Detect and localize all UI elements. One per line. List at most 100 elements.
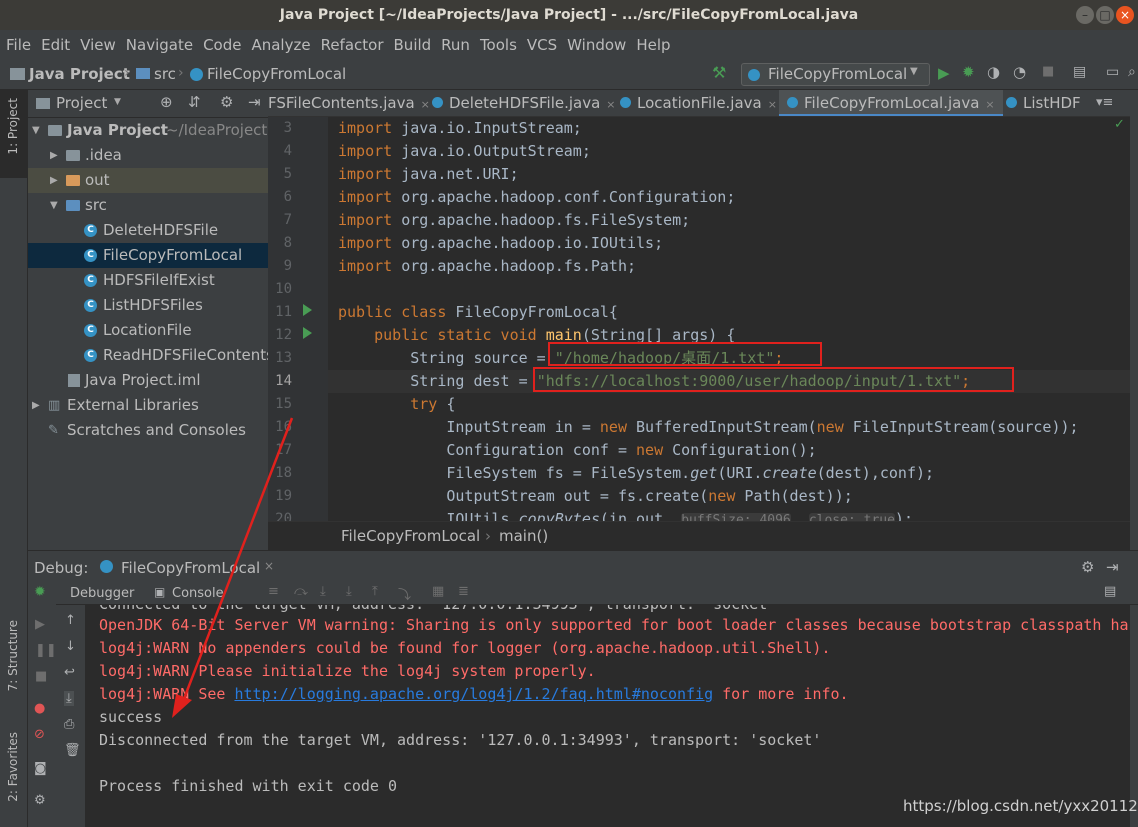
close-icon[interactable]: × — [985, 98, 994, 111]
search-everywhere-icon[interactable]: ⌕ — [1128, 64, 1136, 80]
tab-console[interactable]: Console — [172, 586, 224, 601]
close-icon[interactable]: × — [606, 98, 615, 111]
hide-panel-icon[interactable]: ⇥ — [1106, 558, 1119, 576]
menu-tools[interactable]: Tools — [480, 36, 517, 54]
tab-readhdfs[interactable]: FSFileContents.java × — [268, 90, 430, 116]
arrow-down-icon[interactable]: ↓ — [65, 639, 76, 654]
menu-help[interactable]: Help — [636, 36, 670, 54]
pause-icon[interactable]: ❚❚ — [35, 643, 57, 658]
chevron-down-icon[interactable]: ▼ — [114, 97, 121, 107]
tree-file[interactable]: C LocationFile — [28, 318, 268, 343]
tree-item-src[interactable]: ▼ src — [28, 193, 268, 218]
profile-icon[interactable]: ◔ — [1013, 63, 1026, 81]
project-view-select[interactable]: Project — [56, 94, 107, 112]
breadcrumb-method[interactable]: main() — [499, 527, 548, 545]
code-text: org.apache.hadoop.conf.Configuration; — [401, 188, 736, 206]
project-tool-tab[interactable]: 1: Project — [0, 90, 28, 178]
debug-config-tab[interactable]: FileCopyFromLocal — [121, 559, 260, 577]
resume-icon[interactable]: ▶ — [35, 617, 45, 632]
tree-file[interactable]: C HDFSFileIfExist — [28, 268, 268, 293]
tab-deletehdfs[interactable]: DeleteHDFSFile.java × — [432, 90, 616, 116]
tab-debugger[interactable]: Debugger — [70, 586, 134, 601]
menu-refactor[interactable]: Refactor — [321, 36, 384, 54]
step-out-icon[interactable]: ⤒ — [372, 584, 378, 599]
tab-filecopyfromlocal[interactable]: FileCopyFromLocal.java × — [779, 90, 1003, 116]
gear-icon[interactable]: ⚙ — [34, 793, 46, 808]
locate-icon[interactable]: ⊕ — [160, 93, 173, 111]
tree-file[interactable]: C ReadHDFSFileContents — [28, 343, 268, 368]
tab-locationfile[interactable]: LocationFile.java × — [620, 90, 777, 116]
breadcrumb-class[interactable]: FileCopyFromLocal — [341, 527, 480, 545]
menu-run[interactable]: Run — [441, 36, 470, 54]
menu-analyze[interactable]: Analyze — [251, 36, 310, 54]
gear-icon[interactable]: ⚙ — [220, 93, 233, 111]
tab-listhdfs[interactable]: ListHDF — [1006, 90, 1081, 116]
tree-root[interactable]: ▼ Java Project ~/IdeaProjects — [28, 118, 268, 143]
gear-icon[interactable]: ⚙ — [1081, 558, 1094, 576]
print-icon[interactable]: ⎙ — [64, 717, 74, 732]
show-execution-point-icon[interactable]: ≡ — [268, 584, 279, 599]
debug-bug-icon[interactable]: ✹ — [962, 63, 975, 81]
project-structure-icon[interactable]: ▤ — [1073, 64, 1086, 80]
close-icon[interactable]: × — [264, 559, 274, 573]
build-hammer-icon[interactable]: ⚒ — [712, 63, 726, 82]
coverage-icon[interactable]: ◑ — [987, 63, 1000, 81]
hide-icon[interactable]: ⇥ — [248, 93, 261, 111]
camera-icon[interactable]: ◙ — [34, 761, 47, 776]
console-scrollbar[interactable] — [1130, 605, 1138, 827]
menu-code[interactable]: Code — [203, 36, 241, 54]
tree-item-idea[interactable]: ▶ .idea — [28, 143, 268, 168]
structure-tool-tab[interactable]: 7: Structure — [0, 610, 28, 710]
menu-edit[interactable]: Edit — [41, 36, 70, 54]
stop-icon[interactable]: ■ — [35, 669, 47, 684]
nav-project[interactable]: Java Project — [29, 65, 130, 83]
nav-src[interactable]: src — [154, 65, 176, 83]
terminal-icon[interactable]: ▭ — [1106, 64, 1119, 80]
breadcrumb: FileCopyFromLocal › main() — [268, 521, 1130, 550]
force-step-into-icon[interactable]: ⤓ — [346, 584, 352, 599]
stop-icon[interactable]: ■ — [1042, 64, 1054, 79]
tree-scratches[interactable]: ✎ Scratches and Consoles — [28, 418, 268, 443]
run-config-select[interactable]: FileCopyFromLocal ▼ — [741, 63, 930, 86]
menu-view[interactable]: View — [80, 36, 116, 54]
close-icon[interactable]: × — [768, 98, 777, 111]
close-icon[interactable]: × — [1116, 6, 1134, 24]
run-to-cursor-icon[interactable]: ⤵ — [398, 584, 411, 603]
soft-wrap-icon[interactable]: ↩ — [64, 665, 75, 680]
minimize-icon[interactable]: – — [1076, 6, 1094, 24]
nav-file[interactable]: FileCopyFromLocal — [207, 65, 346, 83]
maximize-icon[interactable]: □ — [1096, 6, 1114, 24]
view-breakpoints-icon[interactable]: ● — [34, 701, 45, 716]
step-over-icon[interactable]: ⤼ — [294, 584, 308, 599]
menu-file[interactable]: File — [6, 36, 31, 54]
code-editor[interactable]: import java.io.InputStream; import java.… — [328, 117, 1130, 521]
console-output[interactable]: Connected to the target VM, address: '12… — [86, 605, 1130, 827]
tree-file[interactable]: C ListHDFSFiles — [28, 293, 268, 318]
tab-list-icon[interactable]: ▾≡ — [1096, 95, 1113, 110]
close-icon[interactable]: × — [421, 98, 430, 111]
step-into-icon[interactable]: ⤓ — [320, 584, 326, 599]
run-gutter-icon[interactable] — [303, 327, 312, 339]
favorites-tool-tab[interactable]: 2: Favorites — [0, 722, 28, 822]
tree-file-selected[interactable]: C FileCopyFromLocal — [28, 243, 268, 268]
line-number: 3 — [283, 120, 292, 136]
trace-icon[interactable]: ≣ — [458, 584, 469, 599]
mute-breakpoints-icon[interactable]: ⊘ — [34, 727, 45, 742]
collapse-all-icon[interactable]: ⇵ — [188, 93, 201, 111]
arrow-up-icon[interactable]: ↑ — [65, 613, 76, 628]
tree-file-iml[interactable]: Java Project.iml — [28, 368, 268, 393]
evaluate-icon[interactable]: ▦ — [432, 584, 444, 599]
layout-icon[interactable]: ▤ — [1104, 584, 1116, 599]
run-icon[interactable]: ▶ — [938, 64, 950, 82]
menu-build[interactable]: Build — [394, 36, 432, 54]
run-gutter-icon[interactable] — [303, 304, 312, 316]
menu-window[interactable]: Window — [567, 36, 626, 54]
tree-item-out[interactable]: ▶ out — [28, 168, 268, 193]
menu-vcs[interactable]: VCS — [527, 36, 557, 54]
scroll-to-end-icon[interactable]: ⤓ — [64, 691, 74, 706]
trash-icon[interactable]: 🗑 — [64, 743, 81, 758]
menu-navigate[interactable]: Navigate — [126, 36, 193, 54]
tree-file[interactable]: C DeleteHDFSFile — [28, 218, 268, 243]
console-link[interactable]: http://logging.apache.org/log4j/1.2/faq.… — [234, 685, 713, 703]
tree-external-libraries[interactable]: ▶ ▥ External Libraries — [28, 393, 268, 418]
